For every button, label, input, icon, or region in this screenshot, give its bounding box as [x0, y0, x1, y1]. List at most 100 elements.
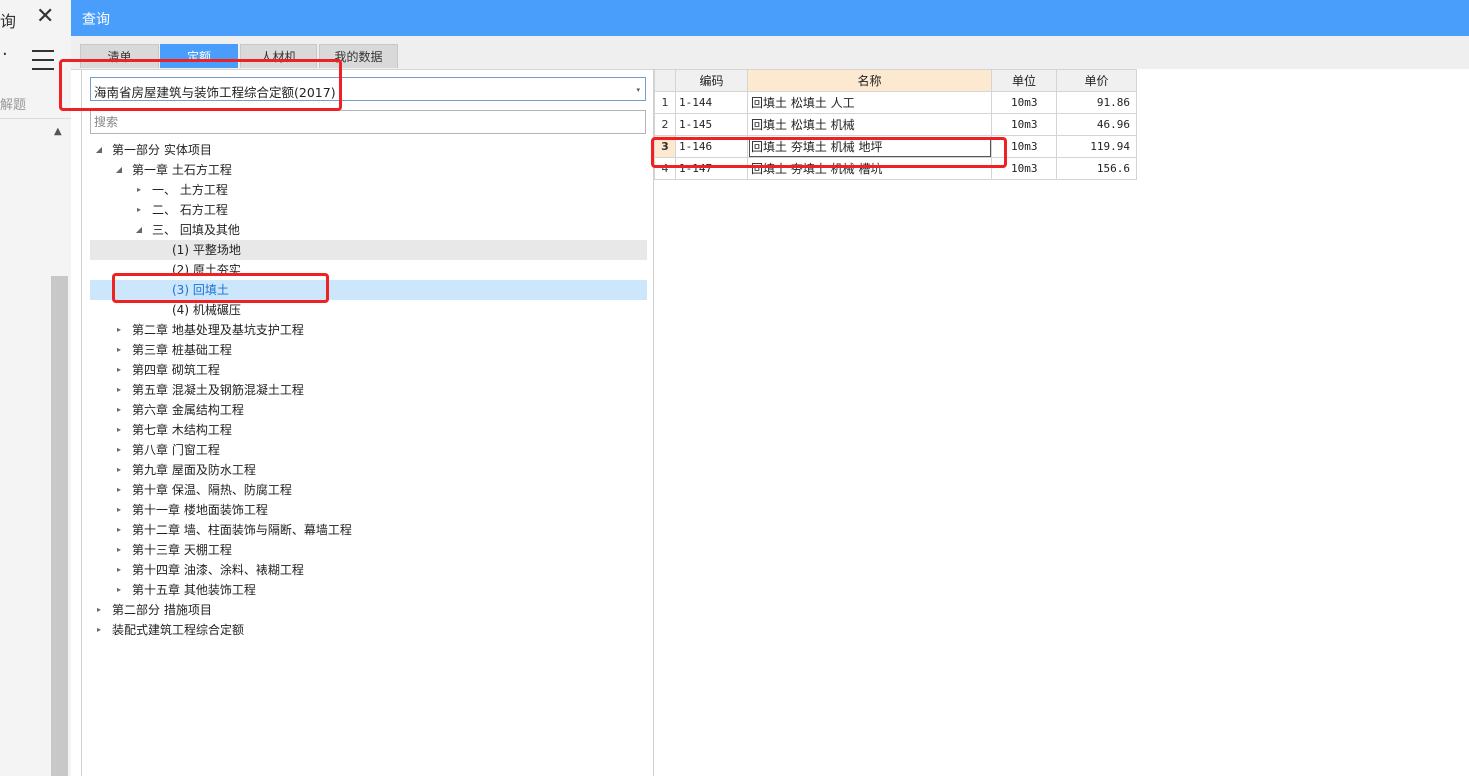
- tab-quota[interactable]: 定额: [160, 44, 238, 68]
- tree-leaf-selected[interactable]: (3) 回填土: [90, 280, 647, 300]
- collapsed-arrow-icon[interactable]: ▸: [114, 420, 124, 440]
- tree-node[interactable]: ◢ 第一章 土石方工程: [90, 160, 647, 180]
- cell-unit[interactable]: 10m3: [991, 157, 1057, 180]
- collapsed-arrow-icon[interactable]: ▸: [114, 500, 124, 520]
- col-header-code[interactable]: 编码: [675, 69, 748, 92]
- collapsed-arrow-icon[interactable]: ▸: [114, 560, 124, 580]
- col-header-price[interactable]: 单价: [1056, 69, 1137, 92]
- background-title-fragment: 询: [0, 12, 17, 31]
- quota-library-select[interactable]: 海南省房屋建筑与装饰工程综合定额(2017) ▾: [90, 77, 646, 101]
- tree-node[interactable]: ▸ 二、 石方工程: [90, 200, 647, 220]
- cell-name[interactable]: 回填土 松填土 机械: [747, 113, 992, 136]
- collapsed-arrow-icon[interactable]: ▸: [114, 400, 124, 420]
- collapsed-arrow-icon[interactable]: ▸: [114, 540, 124, 560]
- divider: [0, 118, 71, 119]
- table-row[interactable]: 4 1-147 回填土 夯填土 机械 槽坑 10m3 156.6: [654, 157, 1137, 180]
- background-hint-text: 解题: [0, 98, 27, 113]
- tree-node[interactable]: ▸ 第三章 桩基础工程: [90, 340, 647, 360]
- cell-unit[interactable]: 10m3: [991, 113, 1057, 136]
- col-header-rownum[interactable]: [654, 69, 676, 92]
- collapsed-arrow-icon[interactable]: ▸: [114, 340, 124, 360]
- tree-node[interactable]: ▸ 第十三章 天棚工程: [90, 540, 647, 560]
- tree-node[interactable]: ▸ 第十章 保温、隔热、防腐工程: [90, 480, 647, 500]
- cell-code[interactable]: 1-147: [675, 157, 748, 180]
- background-window: 询 ✕ · 解题 ▲: [0, 0, 72, 776]
- tree-node[interactable]: ▸ 第二章 地基处理及基坑支护工程: [90, 320, 647, 340]
- quota-tree: ◢ 第一部分 实体项目 ◢ 第一章 土石方工程 ▸ 一、 土方工程 ▸ 二、 石方工程 …: [90, 140, 647, 640]
- cell-price[interactable]: 156.6: [1056, 157, 1137, 180]
- cell-unit[interactable]: 10m3: [991, 91, 1057, 114]
- tree-node[interactable]: ▸ 第十一章 楼地面装饰工程: [90, 500, 647, 520]
- row-number[interactable]: 2: [654, 113, 676, 136]
- tab-my-data[interactable]: 我的数据: [319, 44, 398, 68]
- cell-price[interactable]: 46.96: [1056, 113, 1137, 136]
- cell-price[interactable]: 91.86: [1056, 91, 1137, 114]
- expanded-arrow-icon[interactable]: ◢: [94, 140, 104, 160]
- collapsed-arrow-icon[interactable]: ▸: [114, 440, 124, 460]
- cell-code[interactable]: 1-144: [675, 91, 748, 114]
- search-input[interactable]: [90, 110, 646, 134]
- tab-bar: 清单 定额 人材机 我的数据: [71, 36, 1469, 70]
- cell-name[interactable]: 回填土 松填土 人工: [747, 91, 992, 114]
- tree-node[interactable]: ◢ 三、 回填及其他: [90, 220, 647, 240]
- tree-node[interactable]: ▸ 第十四章 油漆、涂料、裱糊工程: [90, 560, 647, 580]
- collapsed-arrow-icon[interactable]: ▸: [114, 460, 124, 480]
- tree-node[interactable]: ◢ 第一部分 实体项目: [90, 140, 647, 160]
- cell-unit[interactable]: 10m3: [991, 135, 1057, 158]
- tree-node[interactable]: ▸ 第十五章 其他装饰工程: [90, 580, 647, 600]
- cell-name[interactable]: 回填土 夯填土 机械 地坪: [747, 135, 992, 158]
- collapsed-arrow-icon[interactable]: ▸: [134, 180, 144, 200]
- collapsed-arrow-icon[interactable]: ▸: [94, 600, 104, 620]
- cell-price[interactable]: 119.94: [1056, 135, 1137, 158]
- collapsed-arrow-icon[interactable]: ▸: [114, 520, 124, 540]
- collapsed-arrow-icon[interactable]: ▸: [114, 380, 124, 400]
- tab-bill[interactable]: 清单: [80, 44, 159, 68]
- dialog-titlebar[interactable]: 查询: [71, 0, 1469, 36]
- quota-tree-panel: 海南省房屋建筑与装饰工程综合定额(2017) ▾ ◢第一部分 实体项目 ◢第一章…: [81, 70, 654, 776]
- tab-labor-material-machine[interactable]: 人材机: [240, 44, 317, 68]
- dropdown-arrow-icon[interactable]: ▾: [636, 86, 640, 94]
- background-scrollbar[interactable]: [51, 276, 68, 776]
- collapsed-arrow-icon[interactable]: ▸: [114, 480, 124, 500]
- table-row[interactable]: 1 1-144 回填土 松填土 人工 10m3 91.86: [654, 91, 1137, 114]
- more-dot-icon[interactable]: ·: [2, 44, 8, 65]
- row-number[interactable]: 3: [654, 135, 676, 158]
- collapsed-arrow-icon[interactable]: ▸: [134, 200, 144, 220]
- cell-code[interactable]: 1-145: [675, 113, 748, 136]
- row-number[interactable]: 1: [654, 91, 676, 114]
- tree-node[interactable]: ▸ 第五章 混凝土及钢筋混凝土工程: [90, 380, 647, 400]
- collapsed-arrow-icon[interactable]: ▸: [94, 620, 104, 640]
- cell-name[interactable]: 回填土 夯填土 机械 槽坑: [747, 157, 992, 180]
- tree-node[interactable]: ▸ 装配式建筑工程综合定额: [90, 620, 647, 640]
- tree-leaf[interactable]: (1) 平整场地: [90, 240, 647, 260]
- expanded-arrow-icon[interactable]: ◢: [114, 160, 124, 180]
- col-header-name[interactable]: 名称: [747, 69, 992, 92]
- tree-node[interactable]: ▸ 第七章 木结构工程: [90, 420, 647, 440]
- cell-code[interactable]: 1-146: [675, 135, 748, 158]
- col-header-unit[interactable]: 单位: [991, 69, 1057, 92]
- tree-node[interactable]: ▸ 第八章 门窗工程: [90, 440, 647, 460]
- expanded-arrow-icon[interactable]: ◢: [134, 220, 144, 240]
- tree-node[interactable]: ▸ 一、 土方工程: [90, 180, 647, 200]
- close-icon[interactable]: ✕: [36, 4, 54, 29]
- collapsed-arrow-icon[interactable]: ▸: [114, 580, 124, 600]
- scroll-up-icon[interactable]: ▲: [54, 126, 62, 137]
- tree-leaf[interactable]: (4) 机械碾压: [90, 300, 647, 320]
- collapsed-arrow-icon[interactable]: ▸: [114, 320, 124, 340]
- tree-node[interactable]: ▸ 第十二章 墙、柱面装饰与隔断、幕墙工程: [90, 520, 647, 540]
- results-table: 编码 名称 单位 单价 1 1-144 回填土 松填土 人工 10m3 91.8…: [654, 69, 1137, 180]
- hamburger-menu-icon[interactable]: [32, 50, 54, 77]
- table-header-row: 编码 名称 单位 单价: [654, 69, 1137, 92]
- collapsed-arrow-icon[interactable]: ▸: [114, 360, 124, 380]
- row-number[interactable]: 4: [654, 157, 676, 180]
- query-dialog: 查询 清单 定额 人材机 我的数据 海南省房屋建筑与装饰工程综合定额(2017)…: [71, 0, 1469, 776]
- tree-node[interactable]: ▸ 第九章 屋面及防水工程: [90, 460, 647, 480]
- table-row-current[interactable]: 3 1-146 回填土 夯填土 机械 地坪 10m3 119.94: [654, 135, 1137, 158]
- quota-library-value: 海南省房屋建筑与装饰工程综合定额(2017): [94, 85, 336, 100]
- tree-leaf[interactable]: (2) 原土夯实: [90, 260, 647, 280]
- quota-results-grid: 编码 名称 单位 单价 1 1-144 回填土 松填土 人工 10m3 91.8…: [653, 69, 1469, 776]
- tree-node[interactable]: ▸ 第四章 砌筑工程: [90, 360, 647, 380]
- tree-node[interactable]: ▸ 第六章 金属结构工程: [90, 400, 647, 420]
- tree-node[interactable]: ▸ 第二部分 措施项目: [90, 600, 647, 620]
- table-row[interactable]: 2 1-145 回填土 松填土 机械 10m3 46.96: [654, 113, 1137, 136]
